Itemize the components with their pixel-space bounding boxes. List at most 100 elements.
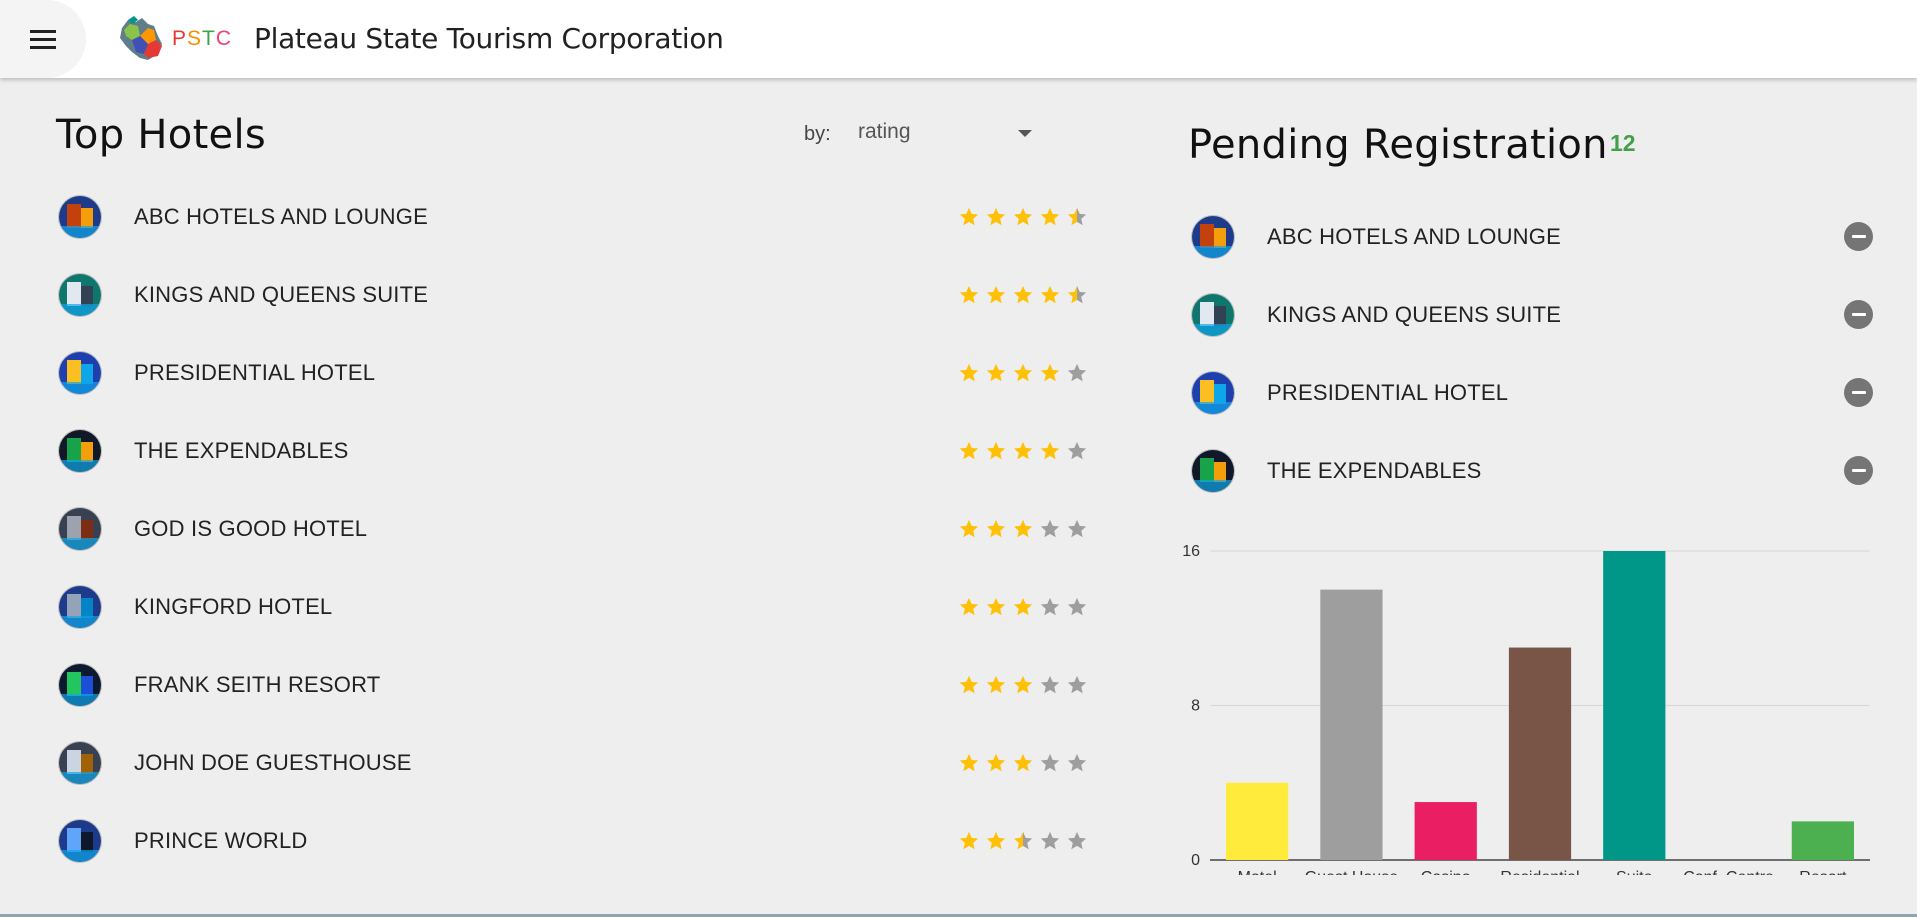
star-half-icon (1067, 207, 1087, 226)
hotel-avatar (59, 820, 101, 862)
pending-count-badge: 12 (1610, 130, 1636, 156)
dropdown-caret-icon (1018, 130, 1032, 137)
star-filled-icon (1013, 597, 1033, 616)
pending-registration-title: Pending Registration (1188, 122, 1608, 168)
top-hotel-row[interactable]: FRANK SEITH RESORT (59, 657, 1099, 713)
hotel-avatar (1192, 372, 1234, 414)
hotel-name: ABC HOTELS AND LOUNGE (134, 204, 428, 229)
sort-select[interactable]: rating (858, 112, 1038, 152)
hamburger-menu-icon (30, 30, 56, 49)
hotel-avatar (59, 664, 101, 706)
top-hotel-row[interactable]: PRESIDENTIAL HOTEL (59, 345, 1099, 401)
top-hotel-row[interactable]: JOHN DOE GUESTHOUSE (59, 735, 1099, 791)
bar-suite[interactable] (1603, 551, 1666, 860)
remove-circle-button[interactable] (1844, 378, 1873, 407)
hotel-avatar (59, 508, 101, 550)
sort-select-value: rating (858, 120, 911, 143)
star-filled-icon (959, 597, 979, 616)
x-tick-label: Residential (1500, 869, 1579, 875)
y-tick-label: 8 (1191, 698, 1200, 715)
star-empty-icon (1067, 675, 1087, 694)
star-filled-icon (959, 441, 979, 460)
star-filled-icon (1040, 285, 1060, 304)
x-tick-label: Resort (1799, 869, 1847, 875)
minus-icon (1851, 469, 1866, 472)
hotel-name: GOD IS GOOD HOTEL (134, 516, 368, 541)
star-filled-icon (959, 363, 979, 382)
hotel-avatar (59, 742, 101, 784)
top-hotel-row[interactable]: GOD IS GOOD HOTEL (59, 501, 1099, 557)
minus-icon (1851, 313, 1866, 316)
x-tick-label: Conf..Centre (1683, 869, 1774, 875)
bar-guest-house[interactable] (1320, 589, 1383, 860)
pending-hotel-row: THE EXPENDABLES (1192, 443, 1892, 499)
hotel-avatar (1192, 294, 1234, 336)
bar-resort[interactable] (1791, 821, 1854, 860)
star-filled-icon (986, 831, 1006, 850)
hotel-name: THE EXPENDABLES (1267, 458, 1482, 483)
app-title: Plateau State Tourism Corporation (254, 22, 724, 55)
x-tick-label: Casino (1421, 869, 1471, 875)
star-half-icon (1013, 831, 1033, 850)
hotel-avatar (59, 196, 101, 238)
star-filled-icon (986, 441, 1006, 460)
bar-motel[interactable] (1226, 782, 1289, 860)
x-tick-label: Motel (1238, 869, 1277, 875)
star-empty-icon (1040, 831, 1060, 850)
star-rating (958, 596, 1088, 618)
logo-letter: T (202, 27, 216, 50)
star-filled-icon (1040, 441, 1060, 460)
top-hotel-row[interactable]: KINGFORD HOTEL (59, 579, 1099, 635)
star-filled-icon (986, 675, 1006, 694)
star-filled-icon (1013, 441, 1033, 460)
star-filled-icon (1013, 675, 1033, 694)
remove-circle-button[interactable] (1844, 300, 1873, 329)
pending-hotel-row: PRESIDENTIAL HOTEL (1192, 365, 1892, 421)
star-filled-icon (986, 363, 1006, 382)
minus-icon (1851, 235, 1866, 238)
star-filled-icon (959, 675, 979, 694)
bar-casino[interactable] (1414, 802, 1477, 860)
top-hotel-row[interactable]: KINGS AND QUEENS SUITE (59, 267, 1099, 323)
star-filled-icon (1040, 207, 1060, 226)
menu-button[interactable] (0, 0, 86, 78)
star-filled-icon (959, 285, 979, 304)
hotel-avatar (1192, 216, 1234, 258)
star-filled-icon (1040, 363, 1060, 382)
hotel-name: ABC HOTELS AND LOUNGE (1267, 224, 1561, 249)
pending-hotel-row: ABC HOTELS AND LOUNGE (1192, 209, 1892, 265)
star-rating (958, 362, 1088, 384)
hotel-name: THE EXPENDABLES (134, 438, 349, 463)
hotel-avatar (59, 586, 101, 628)
logo-wordmark: PSTC (172, 27, 232, 51)
top-hotel-row[interactable]: PRINCE WORLD (59, 813, 1099, 869)
star-filled-icon (1013, 207, 1033, 226)
star-filled-icon (959, 831, 979, 850)
bar-residential[interactable] (1508, 647, 1572, 860)
star-empty-icon (1067, 831, 1087, 850)
minus-icon (1851, 391, 1866, 394)
star-empty-icon (1040, 753, 1060, 772)
star-filled-icon (1013, 753, 1033, 772)
star-filled-icon (959, 753, 979, 772)
star-rating (958, 518, 1088, 540)
star-rating (958, 440, 1088, 462)
hotel-name: KINGS AND QUEENS SUITE (134, 282, 429, 307)
star-empty-icon (1040, 597, 1060, 616)
logo-letter: C (215, 27, 233, 50)
hotel-avatar (59, 430, 101, 472)
hotel-name: PRINCE WORLD (134, 828, 308, 853)
category-bar-chart: 0 8 16 Motel Guest House Casino Residential Sui… (1182, 543, 1870, 875)
top-hotel-row[interactable]: ABC HOTELS AND LOUNGE (59, 189, 1099, 245)
star-empty-icon (1067, 441, 1087, 460)
star-filled-icon (986, 597, 1006, 616)
logo-letter: P (172, 27, 188, 50)
pending-hotel-row: KINGS AND QUEENS SUITE (1192, 287, 1892, 343)
star-filled-icon (959, 519, 979, 538)
top-hotel-row[interactable]: THE EXPENDABLES (59, 423, 1099, 479)
y-tick-label: 0 (1191, 852, 1200, 869)
star-rating (958, 752, 1088, 774)
remove-circle-button[interactable] (1844, 222, 1873, 251)
star-filled-icon (1013, 285, 1033, 304)
remove-circle-button[interactable] (1844, 456, 1873, 485)
